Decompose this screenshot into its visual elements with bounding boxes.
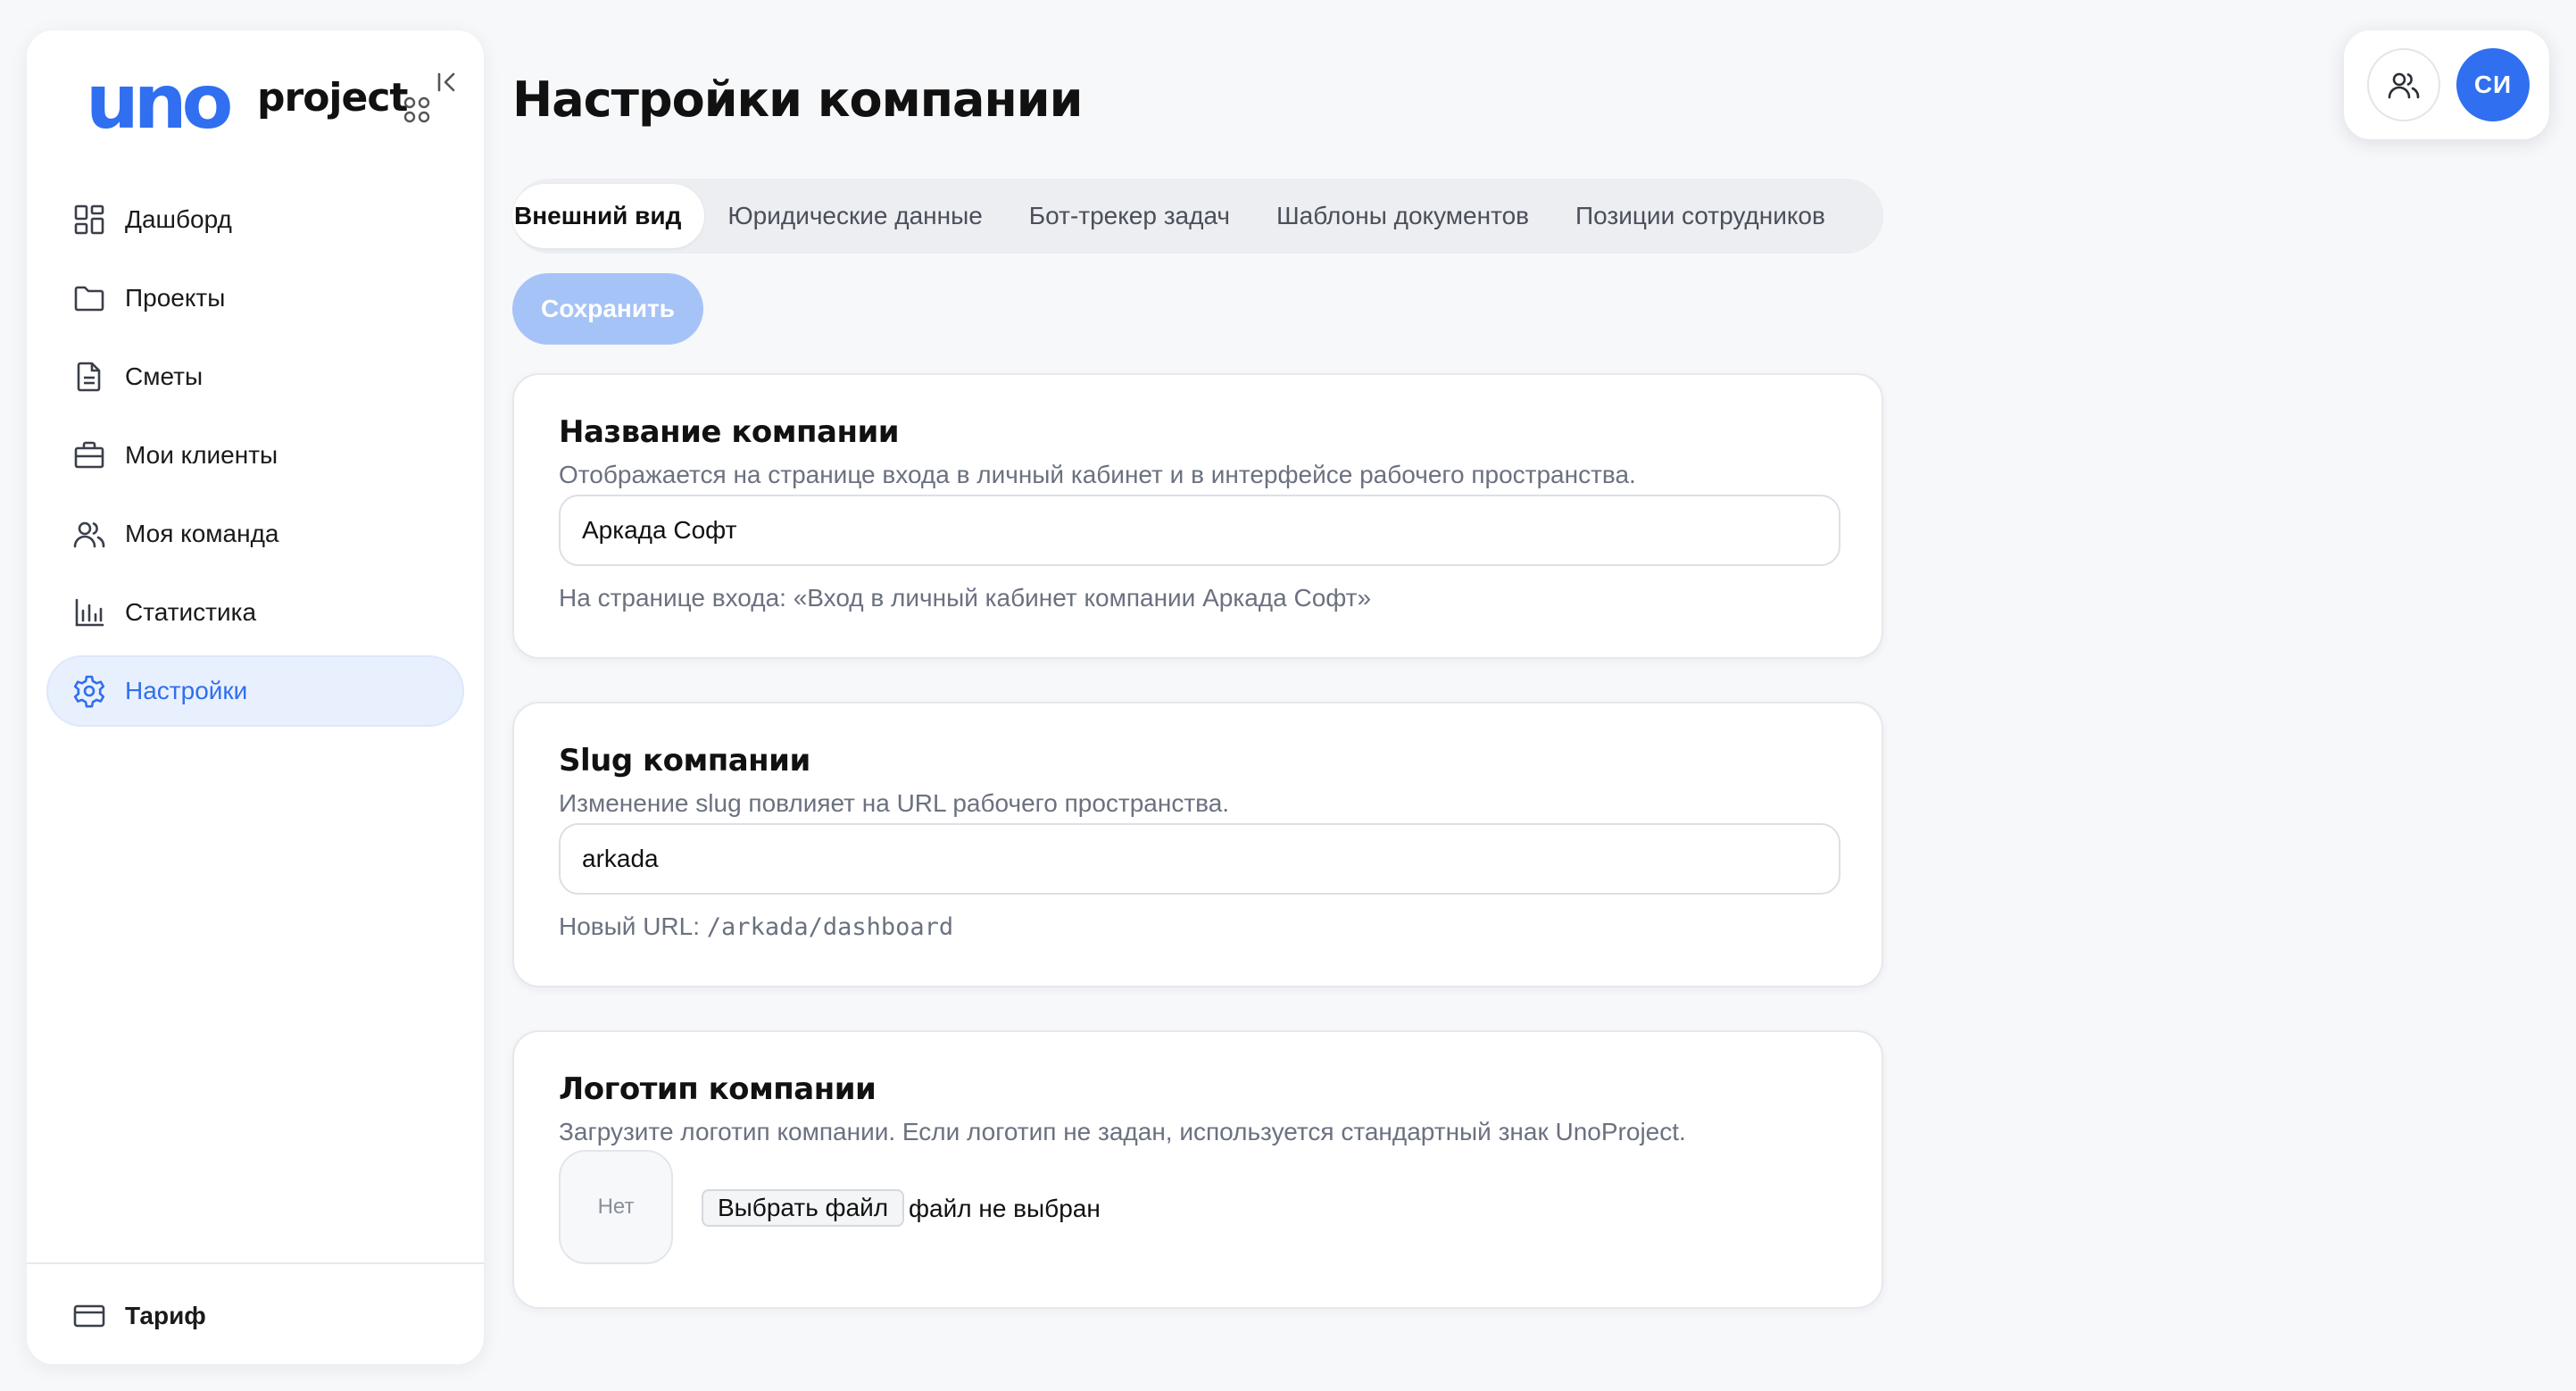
sidebar-item-label: Статистика bbox=[125, 598, 257, 626]
tab-appearance[interactable]: Внешний вид bbox=[512, 184, 705, 248]
sidebar-item-projects[interactable]: Проекты bbox=[46, 262, 464, 334]
page-title: Настройки компании bbox=[512, 71, 1083, 128]
briefcase-icon bbox=[74, 441, 104, 469]
sidebar-item-label: Сметы bbox=[125, 362, 204, 390]
sidebar-item-label: Мои клиенты bbox=[125, 441, 278, 469]
card-description: Отображается на странице входа в личный … bbox=[559, 461, 1636, 488]
slug-card: Slug компании Изменение slug повлияет на… bbox=[512, 702, 1883, 987]
tab-legal-data[interactable]: Юридические данные bbox=[704, 184, 1005, 248]
sidebar-item-settings[interactable]: Настройки bbox=[46, 655, 464, 727]
sidebar: uno project Дашборд Проекты Сметы Мои кл… bbox=[27, 30, 484, 1364]
document-icon bbox=[77, 362, 101, 392]
users-icon bbox=[73, 521, 105, 548]
brand-name-secondary: project bbox=[257, 75, 408, 121]
bar-chart-icon bbox=[75, 598, 104, 627]
sidebar-item-label: Тариф bbox=[125, 1302, 206, 1329]
card-description: Изменение slug повлияет на URL рабочего … bbox=[559, 789, 1230, 817]
sidebar-item-team[interactable]: Моя команда bbox=[46, 498, 464, 570]
choose-file-button[interactable]: Выбрать файл bbox=[702, 1189, 905, 1227]
brand-logo[interactable]: uno project bbox=[59, 57, 452, 146]
settings-tabs: Внешний вид Юридические данные Бот-треке… bbox=[512, 179, 1883, 254]
sidebar-item-label: Проекты bbox=[125, 284, 226, 312]
tab-document-templates[interactable]: Шаблоны документов bbox=[1253, 184, 1552, 248]
card-title: Slug компании bbox=[559, 743, 810, 779]
company-name-input[interactable] bbox=[559, 495, 1841, 566]
collapse-left-icon bbox=[437, 72, 455, 92]
sidebar-item-label: Моя команда bbox=[125, 520, 279, 547]
team-button[interactable] bbox=[2367, 48, 2440, 121]
users-icon bbox=[2388, 72, 2420, 99]
tab-employee-positions[interactable]: Позиции сотрудников bbox=[1552, 184, 1849, 248]
sidebar-nav: Дашборд Проекты Сметы Мои клиенты Моя ко… bbox=[46, 184, 464, 734]
company-name-card: Название компании Отображается на страни… bbox=[512, 373, 1883, 659]
sidebar-item-tariff[interactable]: Тариф bbox=[46, 1280, 464, 1352]
credit-card-icon bbox=[73, 1304, 105, 1328]
sidebar-item-clients[interactable]: Мои клиенты bbox=[46, 420, 464, 491]
avatar[interactable]: СИ bbox=[2456, 48, 2530, 121]
file-status: файл не выбран bbox=[909, 1195, 1101, 1222]
sidebar-item-dashboard[interactable]: Дашборд bbox=[46, 184, 464, 255]
gear-icon bbox=[73, 675, 105, 708]
logo-preview: Нет bbox=[559, 1150, 673, 1264]
save-button[interactable]: Сохранить bbox=[512, 273, 703, 345]
dashboard-icon bbox=[74, 204, 104, 235]
slug-input[interactable] bbox=[559, 823, 1841, 895]
company-name-hint: На странице входа: «Вход в личный кабине… bbox=[559, 584, 1372, 612]
collapse-sidebar-button[interactable] bbox=[432, 66, 464, 98]
slug-hint-url: /arkada/dashboard bbox=[706, 913, 954, 941]
sidebar-item-label: Настройки bbox=[125, 677, 248, 704]
tab-task-bot[interactable]: Бот-трекер задач bbox=[1006, 184, 1253, 248]
slug-hint: Новый URL: /arkada/dashboard bbox=[559, 912, 953, 941]
card-title: Название компании bbox=[559, 414, 900, 450]
card-description: Загрузите логотип компании. Если логотип… bbox=[559, 1118, 1686, 1145]
card-title: Логотип компании bbox=[559, 1071, 877, 1107]
brand-name-primary: uno bbox=[86, 58, 233, 146]
folder-icon bbox=[74, 286, 104, 312]
slug-hint-prefix: Новый URL: bbox=[559, 912, 701, 940]
apps-grid-icon[interactable] bbox=[403, 96, 430, 123]
sidebar-item-label: Дашборд bbox=[125, 205, 232, 233]
sidebar-divider bbox=[27, 1262, 484, 1264]
sidebar-item-statistics[interactable]: Статистика bbox=[46, 577, 464, 648]
logo-card: Логотип компании Загрузите логотип компа… bbox=[512, 1030, 1883, 1309]
sidebar-item-estimates[interactable]: Сметы bbox=[46, 341, 464, 412]
header-actions: СИ bbox=[2344, 30, 2549, 139]
